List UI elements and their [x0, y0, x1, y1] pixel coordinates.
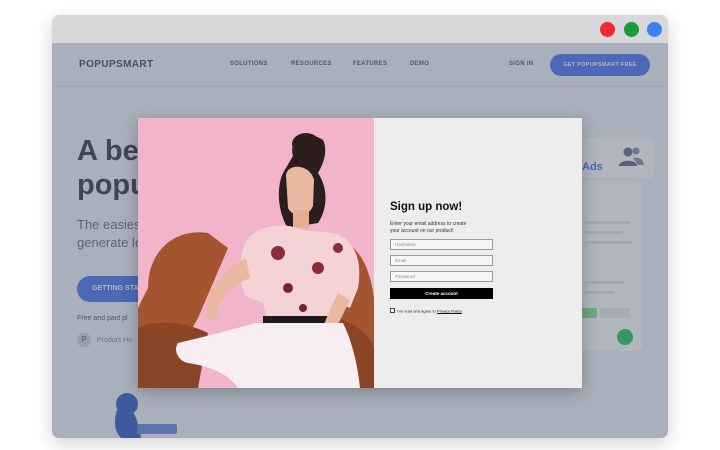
agree-label: I've read and agree to — [397, 308, 437, 314]
minimize-window-button[interactable] — [624, 22, 639, 37]
password-input[interactable] — [390, 271, 493, 282]
maximize-window-button[interactable] — [647, 22, 662, 37]
website-background: POPUPSMART SOLUTIONS RESOURCES FEATURES … — [52, 43, 668, 438]
email-input[interactable] — [390, 255, 493, 266]
privacy-policy-link[interactable]: Privacy Policy — [437, 308, 462, 313]
create-account-button[interactable]: Create account — [390, 288, 493, 299]
popup-title: Sign up now! — [390, 201, 463, 213]
browser-window: POPUPSMART SOLUTIONS RESOURCES FEATURES … — [52, 15, 668, 438]
title-bar — [52, 15, 668, 43]
popup-description: Enter your email address to create your … — [390, 221, 467, 234]
close-window-button[interactable] — [600, 22, 615, 37]
username-input[interactable] — [390, 239, 493, 250]
woman-in-chair-photo — [138, 118, 374, 388]
agree-checkbox[interactable] — [390, 308, 395, 314]
signup-popup: Sign up now! Enter your email address to… — [138, 118, 582, 388]
signup-form: Sign up now! Enter your email address to… — [374, 118, 582, 388]
agree-row: I've read and agree to Privacy Policy — [390, 302, 462, 314]
popup-photo — [138, 118, 374, 388]
